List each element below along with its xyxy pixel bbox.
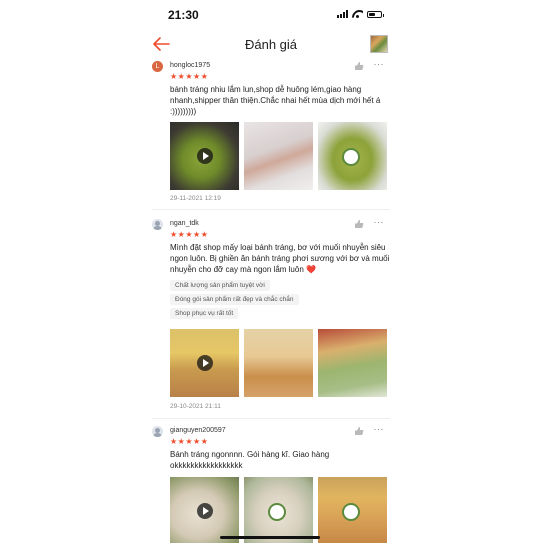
avatar	[152, 426, 163, 437]
review-photo[interactable]	[318, 329, 387, 397]
wifi-icon	[352, 10, 363, 18]
review-tags: Chất lượng sản phẩm tuyệt vời Đóng gói s…	[170, 280, 299, 322]
status-icons	[337, 10, 384, 18]
review-photos	[170, 122, 387, 190]
review-video-thumbnail[interactable]	[170, 329, 239, 397]
divider	[152, 418, 390, 419]
play-icon	[197, 148, 213, 164]
review-date: 29-11-2021 12:19	[170, 195, 221, 202]
rating-stars: ★★★★★	[170, 230, 209, 239]
thumbs-up-icon[interactable]	[354, 219, 364, 229]
review-photo[interactable]	[318, 477, 387, 543]
more-options-icon[interactable]: ···	[374, 59, 385, 69]
review-photos	[170, 329, 387, 397]
product-label-icon	[342, 148, 360, 166]
more-options-icon[interactable]: ···	[374, 424, 385, 434]
review-date: 29-10-2021 21:11	[170, 403, 221, 410]
review-video-thumbnail[interactable]	[170, 477, 239, 543]
product-label-icon	[268, 503, 286, 521]
thumbs-up-icon[interactable]	[354, 426, 364, 436]
avatar	[152, 219, 163, 230]
review-username: ngan_tdk	[170, 220, 199, 227]
review-text: Mình đặt shop mấy loại bánh tráng, bơ vớ…	[170, 243, 390, 275]
header: Đánh giá	[140, 30, 402, 60]
cellular-signal-icon	[337, 10, 348, 18]
review-photo[interactable]	[318, 122, 387, 190]
thumbs-up-icon[interactable]	[354, 61, 364, 71]
review-photo[interactable]	[244, 122, 313, 190]
battery-level	[369, 12, 375, 16]
avatar: L	[152, 61, 163, 72]
play-icon	[197, 355, 213, 371]
review-tag: Đóng gói sản phẩm rất đẹp và chắc chắn	[170, 294, 299, 305]
review-photo[interactable]	[244, 329, 313, 397]
review-photos	[170, 477, 387, 543]
review-username: hongloc1975	[170, 62, 211, 69]
review-photo[interactable]	[244, 477, 313, 543]
product-label-icon	[342, 503, 360, 521]
more-options-icon[interactable]: ···	[374, 217, 385, 227]
rating-stars: ★★★★★	[170, 72, 209, 81]
review-text: bánh tráng nhiu lắm lun,shop dễ huông lé…	[170, 85, 381, 117]
review-tag: Chất lượng sản phẩm tuyệt vời	[170, 280, 270, 291]
review-video-thumbnail[interactable]	[170, 122, 239, 190]
home-indicator[interactable]	[220, 536, 320, 539]
review-username: gianguyen200597	[170, 427, 226, 434]
status-time: 21:30	[168, 8, 199, 22]
review-text: Bánh tráng ngonnnn. Gói hàng kĩ. Giao hà…	[170, 450, 330, 471]
phone-screen: 21:30 Đánh giá L hongloc1975 ··· ★★★★★ b…	[140, 0, 402, 543]
product-thumbnail[interactable]	[370, 35, 388, 53]
rating-stars: ★★★★★	[170, 437, 209, 446]
status-bar: 21:30	[140, 0, 402, 30]
battery-icon	[367, 10, 384, 18]
review-tag: Shop phục vụ rất tốt	[170, 308, 239, 319]
divider	[152, 209, 390, 210]
page-title: Đánh giá	[244, 37, 298, 52]
play-icon	[197, 503, 213, 519]
